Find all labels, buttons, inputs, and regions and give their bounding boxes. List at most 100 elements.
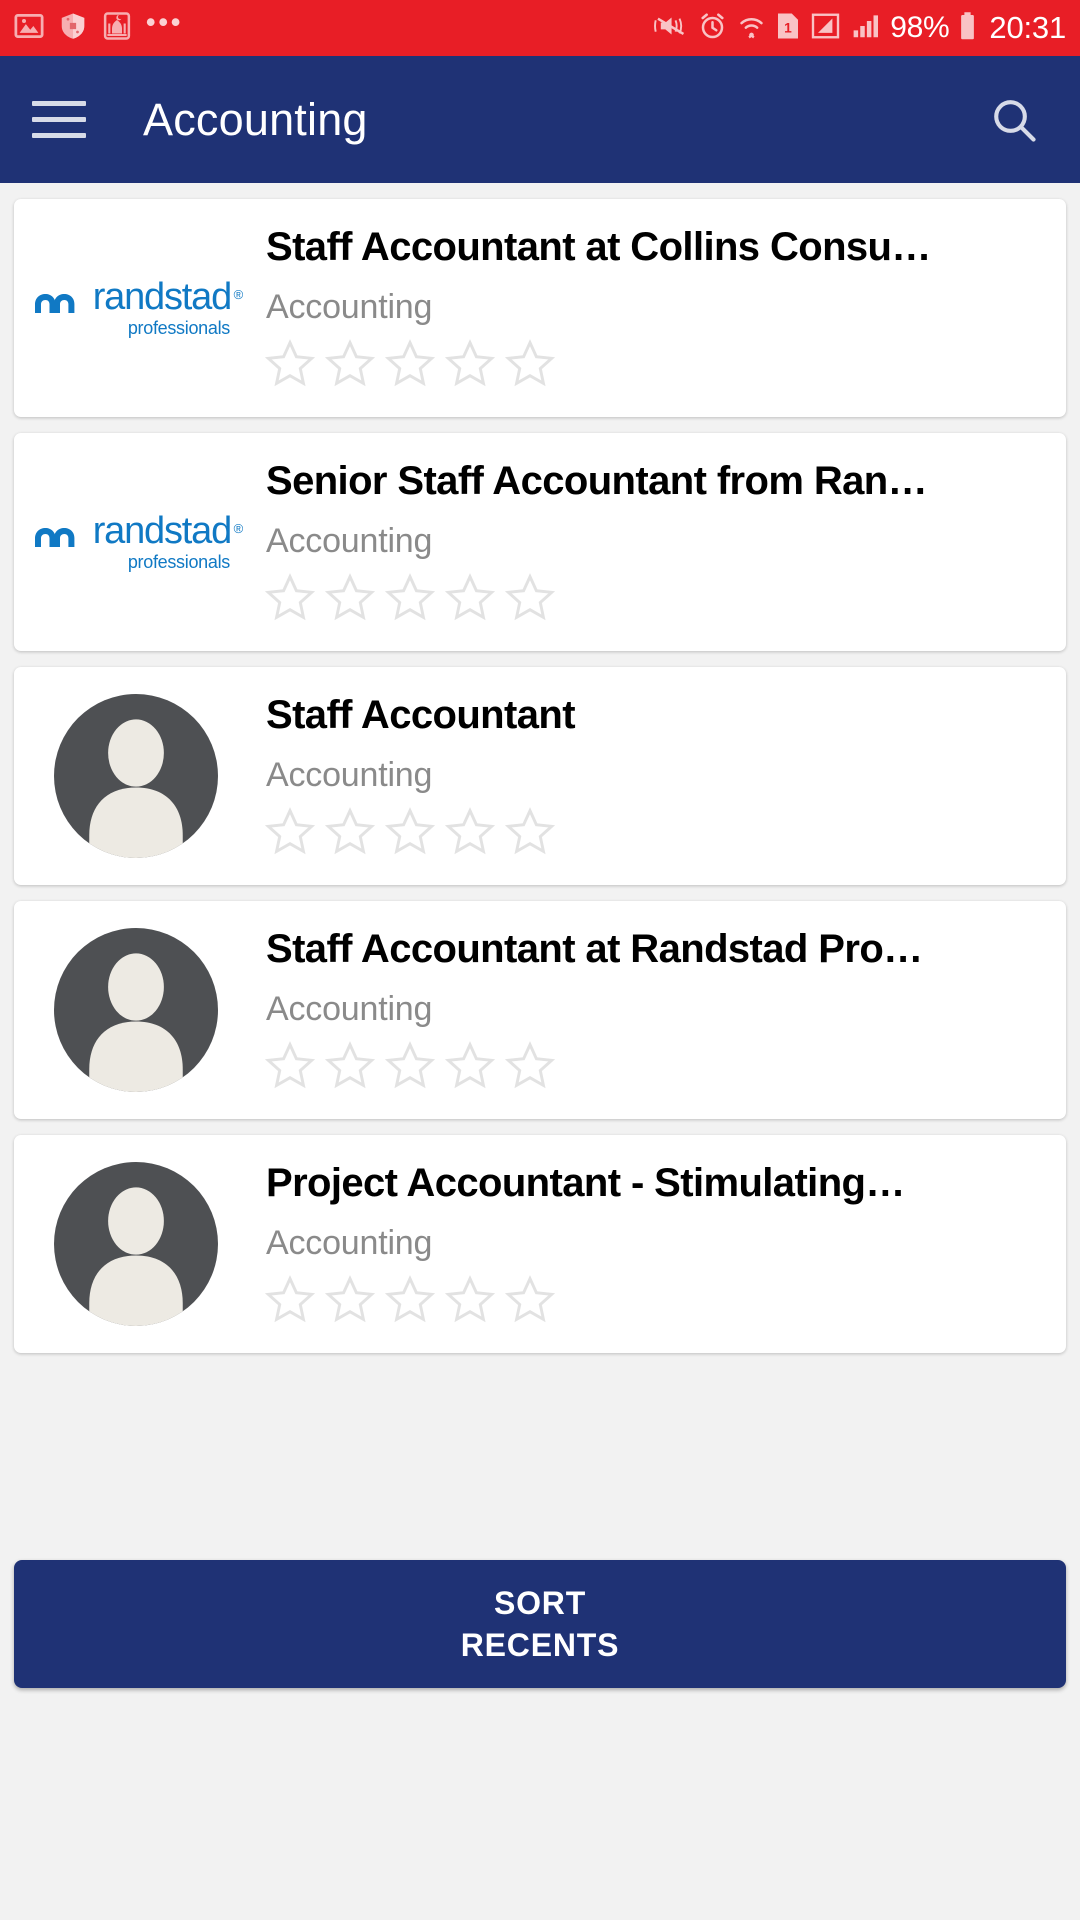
hamburger-line xyxy=(32,117,86,122)
star-icon[interactable] xyxy=(384,337,436,394)
star-icon[interactable] xyxy=(384,1039,436,1096)
job-category: Accounting xyxy=(266,521,433,560)
hamburger-line xyxy=(32,133,86,138)
star-icon[interactable] xyxy=(384,1273,436,1330)
rating-stars[interactable] xyxy=(264,337,1050,394)
alarm-icon xyxy=(697,11,728,46)
avatar xyxy=(54,928,218,1092)
vibrate-mute-icon xyxy=(651,11,688,46)
search-icon[interactable] xyxy=(984,90,1044,150)
star-icon[interactable] xyxy=(324,337,376,394)
star-icon[interactable] xyxy=(264,805,316,862)
list-item[interactable]: randstad professionals Senior Staff Acco… xyxy=(14,433,1066,651)
sort-recents-button[interactable]: SORT RECENTS xyxy=(14,1560,1066,1688)
rating-stars[interactable] xyxy=(264,805,1050,862)
star-icon[interactable] xyxy=(444,1273,496,1330)
job-category: Accounting xyxy=(266,287,433,326)
job-title: Staff Accountant at Randstad Pro… xyxy=(266,926,923,971)
status-overflow-icon: ••• xyxy=(146,7,184,37)
battery-icon xyxy=(958,11,977,46)
status-bar-right-icons: 1 98% 20:31 xyxy=(651,10,1066,46)
job-category: Accounting xyxy=(266,1223,433,1262)
shield-icon xyxy=(58,11,88,46)
star-icon[interactable] xyxy=(444,337,496,394)
list-item[interactable]: Staff Accountant at Randstad Pro… Accoun… xyxy=(14,901,1066,1119)
star-icon[interactable] xyxy=(504,1273,556,1330)
signal-bars-icon xyxy=(850,11,881,46)
job-category: Accounting xyxy=(266,755,433,794)
signal-outline-icon xyxy=(810,11,841,46)
randstad-subwordmark: professionals xyxy=(127,317,230,338)
list-item[interactable]: Project Accountant - Stimulating… Accoun… xyxy=(14,1135,1066,1353)
battery-percent-label: 98% xyxy=(890,11,950,44)
randstad-logo: randstad professionals xyxy=(34,510,242,573)
star-icon[interactable] xyxy=(504,571,556,628)
star-icon[interactable] xyxy=(504,337,556,394)
list-item[interactable]: Staff Accountant Accounting xyxy=(14,667,1066,885)
list-item[interactable]: randstad professionals Staff Accountant … xyxy=(14,199,1066,417)
randstad-logo-row: randstad xyxy=(34,510,243,550)
sim1-icon: 1 xyxy=(775,11,801,46)
job-category: Accounting xyxy=(266,989,433,1028)
randstad-subwordmark: professionals xyxy=(127,551,230,572)
job-list: randstad professionals Staff Accountant … xyxy=(0,183,1080,1480)
card-body: Project Accountant - Stimulating… Accoun… xyxy=(240,1135,1050,1353)
app-bar: Accounting xyxy=(0,56,1080,183)
randstad-logo-row: randstad xyxy=(34,276,243,316)
mosque-icon xyxy=(102,11,132,46)
page-title: Accounting xyxy=(143,93,368,145)
wifi-icon xyxy=(737,11,766,46)
card-media: randstad professionals xyxy=(32,199,242,417)
rating-stars[interactable] xyxy=(264,1273,1050,1330)
card-body: Staff Accountant at Randstad Pro… Accoun… xyxy=(240,901,1050,1119)
star-icon[interactable] xyxy=(264,1273,316,1330)
job-title: Staff Accountant at Collins Consu… xyxy=(266,224,931,269)
star-icon[interactable] xyxy=(384,805,436,862)
randstad-wordmark: randstad xyxy=(93,510,243,550)
sort-button-line1: SORT xyxy=(493,1585,587,1621)
star-icon[interactable] xyxy=(384,571,436,628)
card-media xyxy=(32,1135,240,1353)
card-body: Senior Staff Accountant from Ran… Accoun… xyxy=(240,433,1050,651)
avatar xyxy=(54,694,218,858)
status-clock: 20:31 xyxy=(989,10,1066,45)
star-icon[interactable] xyxy=(264,571,316,628)
randstad-mark-icon xyxy=(34,293,75,313)
card-media xyxy=(32,901,240,1119)
sort-button-line2: RECENTS xyxy=(460,1627,620,1663)
star-icon[interactable] xyxy=(444,805,496,862)
star-icon[interactable] xyxy=(324,805,376,862)
randstad-logo: randstad professionals xyxy=(34,276,242,339)
job-title: Project Accountant - Stimulating… xyxy=(266,1160,905,1205)
star-icon[interactable] xyxy=(444,1039,496,1096)
randstad-mark-icon xyxy=(34,527,75,547)
hamburger-icon[interactable] xyxy=(32,98,88,142)
person-icon xyxy=(89,719,183,858)
bottom-bar: SORT RECENTS xyxy=(0,1480,1080,1920)
avatar xyxy=(54,1162,218,1326)
star-icon[interactable] xyxy=(324,571,376,628)
star-icon[interactable] xyxy=(504,805,556,862)
image-icon xyxy=(14,11,44,46)
card-body: Staff Accountant at Collins Consu… Accou… xyxy=(240,199,1050,417)
person-icon xyxy=(89,953,183,1092)
star-icon[interactable] xyxy=(444,571,496,628)
star-icon[interactable] xyxy=(324,1039,376,1096)
star-icon[interactable] xyxy=(324,1273,376,1330)
rating-stars[interactable] xyxy=(264,571,1050,628)
hamburger-line xyxy=(32,101,86,106)
randstad-wordmark: randstad xyxy=(93,276,243,316)
star-icon[interactable] xyxy=(264,337,316,394)
rating-stars[interactable] xyxy=(264,1039,1050,1096)
svg-text:1: 1 xyxy=(784,20,792,35)
status-bar-left-icons: ••• xyxy=(14,7,184,46)
person-icon xyxy=(89,1187,183,1326)
star-icon[interactable] xyxy=(504,1039,556,1096)
star-icon[interactable] xyxy=(264,1039,316,1096)
card-media: randstad professionals xyxy=(32,433,242,651)
job-title: Staff Accountant xyxy=(266,692,576,737)
job-title: Senior Staff Accountant from Ran… xyxy=(266,458,928,503)
card-body: Staff Accountant Accounting xyxy=(240,667,1050,885)
card-media xyxy=(32,667,240,885)
status-bar: ••• 1 98% 20:31 xyxy=(0,0,1080,56)
